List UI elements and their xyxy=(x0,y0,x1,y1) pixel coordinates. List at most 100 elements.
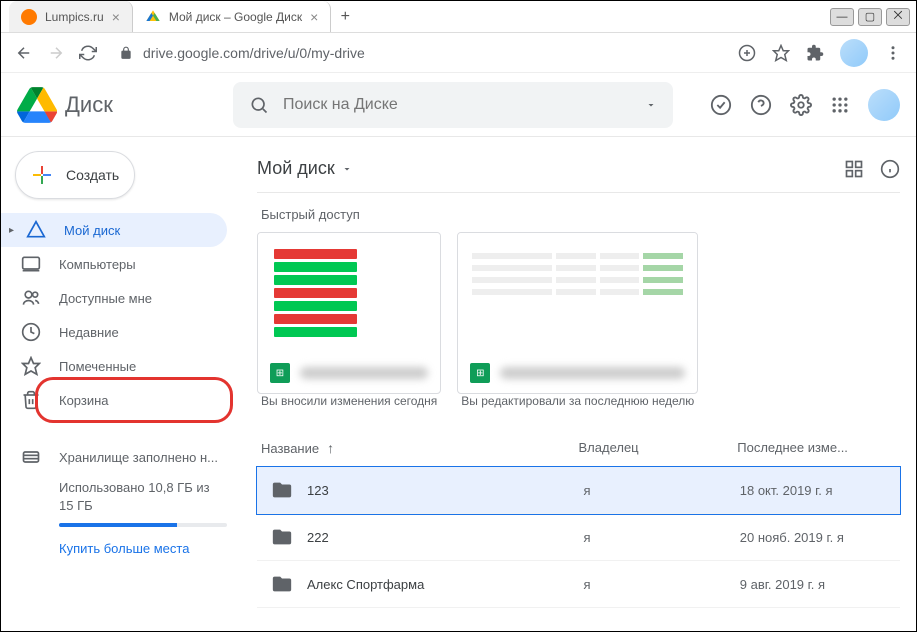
card-thumbnail xyxy=(458,233,697,353)
file-modified: 9 авг. 2019 г. я xyxy=(740,577,896,592)
browser-tab-active[interactable]: Мой диск – Google Диск × xyxy=(133,1,331,32)
file-row[interactable]: 222я20 нояб. 2019 г. я xyxy=(257,514,900,561)
drive-favicon-icon xyxy=(145,9,161,25)
install-icon[interactable] xyxy=(738,44,756,62)
search-bar[interactable] xyxy=(233,82,673,128)
file-row[interactable]: 123 я18 окт. 2019 г. я xyxy=(257,467,900,514)
sidebar-item-trash[interactable]: Корзина xyxy=(1,383,227,417)
window-controls: — ▢ ⨉ xyxy=(824,1,916,32)
plus-icon xyxy=(30,163,54,187)
favicon-lumpics xyxy=(21,9,37,25)
content-area: Мой диск Быстрый доступ ⊞Вы вносили изме… xyxy=(241,137,916,631)
sort-arrow-icon: ↑ xyxy=(327,440,334,456)
file-list: 123я18 окт. 2019 г. я222я20 нояб. 2019 г… xyxy=(257,467,900,608)
sidebar-item-computers[interactable]: Компьютеры xyxy=(1,247,227,281)
forward-button[interactable] xyxy=(47,44,65,62)
file-name: 123 xyxy=(307,483,329,498)
nav-label: Доступные мне xyxy=(59,291,152,306)
blurred-title xyxy=(500,367,685,379)
header-actions xyxy=(710,89,900,121)
settings-icon[interactable] xyxy=(790,94,812,116)
view-controls xyxy=(844,159,900,179)
browser-tabs: Lumpics.ru × Мой диск – Google Диск × + xyxy=(1,1,824,32)
column-owner[interactable]: Владелец xyxy=(579,440,738,456)
sidebar-item-storage[interactable]: Хранилище заполнено н... xyxy=(21,447,227,467)
chevron-down-icon xyxy=(341,163,353,175)
nav-label: Корзина xyxy=(59,393,109,408)
tab-title: Мой диск – Google Диск xyxy=(169,10,302,24)
mydrive-icon xyxy=(26,220,46,240)
nav-label: Недавние xyxy=(59,325,119,340)
browser-profile-avatar[interactable] xyxy=(840,39,868,67)
sidebar-item-starred[interactable]: Помеченные xyxy=(1,349,227,383)
sidebar-item-shared[interactable]: Доступные мне xyxy=(1,281,227,315)
info-icon[interactable] xyxy=(880,159,900,179)
close-tab-icon[interactable]: × xyxy=(310,9,318,25)
create-button[interactable]: Создать xyxy=(15,151,135,199)
storage-usage-text: Использовано 10,8 ГБ из 15 ГБ xyxy=(21,479,227,515)
search-input[interactable] xyxy=(283,96,631,114)
starred-icon xyxy=(21,356,41,376)
cloud-icon xyxy=(21,447,41,467)
buy-storage-link[interactable]: Купить больше места xyxy=(21,541,227,556)
column-modified[interactable]: Последнее изме... xyxy=(737,440,896,456)
create-label: Создать xyxy=(66,167,119,183)
content-header: Мой диск xyxy=(257,145,900,193)
sidebar-item-mydrive[interactable]: ▸ Мой диск xyxy=(1,213,227,247)
trash-icon xyxy=(21,390,41,410)
account-avatar[interactable] xyxy=(868,89,900,121)
card-thumbnail xyxy=(258,233,440,353)
extension-icon[interactable] xyxy=(806,44,824,62)
recent-icon xyxy=(21,322,41,342)
reload-button[interactable] xyxy=(79,44,97,62)
search-options-icon[interactable] xyxy=(645,99,657,111)
ready-offline-icon[interactable] xyxy=(710,94,732,116)
file-modified: 18 окт. 2019 г. я xyxy=(740,483,896,498)
browser-tab[interactable]: Lumpics.ru × xyxy=(9,1,133,32)
nav-list: ▸ Мой диск Компьютеры Доступные мне Недавние… xyxy=(1,213,241,417)
close-window-button[interactable]: ⨉ xyxy=(886,8,910,26)
star-icon[interactable] xyxy=(772,44,790,62)
quick-access-row: ⊞Вы вносили изменения сегодня⊞Вы редакти… xyxy=(257,232,900,416)
sidebar-item-recent[interactable]: Недавние xyxy=(1,315,227,349)
table-header: Название ↑ Владелец Последнее изме... xyxy=(257,430,900,467)
folder-icon xyxy=(271,526,293,548)
url-bar[interactable]: drive.google.com/drive/u/0/my-drive xyxy=(111,45,724,61)
file-name: 222 xyxy=(307,530,329,545)
file-owner: я xyxy=(584,577,740,592)
file-owner: я xyxy=(584,483,740,498)
titlebar: Lumpics.ru × Мой диск – Google Диск × + … xyxy=(1,1,916,33)
grid-view-icon[interactable] xyxy=(844,159,864,179)
menu-icon[interactable] xyxy=(884,44,902,62)
storage-section: Хранилище заполнено н... Использовано 10… xyxy=(1,447,241,556)
minimize-button[interactable]: — xyxy=(830,8,854,26)
back-button[interactable] xyxy=(15,44,33,62)
apps-grid-icon[interactable] xyxy=(830,95,850,115)
lock-icon xyxy=(119,46,133,60)
drive-logo-icon xyxy=(17,85,57,125)
new-tab-button[interactable]: + xyxy=(331,1,359,32)
nav-label: Мой диск xyxy=(64,223,120,238)
quick-access-card[interactable]: ⊞Вы редактировали за последнюю неделю xyxy=(457,232,698,416)
breadcrumb-label: Мой диск xyxy=(257,158,335,179)
logo-area[interactable]: Диск xyxy=(17,85,217,125)
maximize-button[interactable]: ▢ xyxy=(858,8,882,26)
app-name: Диск xyxy=(65,92,113,118)
browser-actions xyxy=(738,39,902,67)
folder-icon xyxy=(271,573,293,595)
expand-arrow-icon: ▸ xyxy=(9,225,14,236)
breadcrumb[interactable]: Мой диск xyxy=(257,158,353,179)
tab-title: Lumpics.ru xyxy=(45,10,104,24)
close-tab-icon[interactable]: × xyxy=(112,9,120,25)
nav-label: Компьютеры xyxy=(59,257,136,272)
nav-label: Помеченные xyxy=(59,359,136,374)
folder-icon xyxy=(271,479,293,501)
storage-title: Хранилище заполнено н... xyxy=(59,450,218,465)
card-subtitle: Вы редактировали за последнюю неделю xyxy=(457,394,698,416)
quick-access-title: Быстрый доступ xyxy=(261,207,900,222)
file-row[interactable]: Алекс Спортфармая9 авг. 2019 г. я xyxy=(257,561,900,608)
quick-access-card[interactable]: ⊞Вы вносили изменения сегодня xyxy=(257,232,441,416)
column-name[interactable]: Название ↑ xyxy=(261,440,579,456)
help-icon[interactable] xyxy=(750,94,772,116)
browser-toolbar: drive.google.com/drive/u/0/my-drive xyxy=(1,33,916,73)
